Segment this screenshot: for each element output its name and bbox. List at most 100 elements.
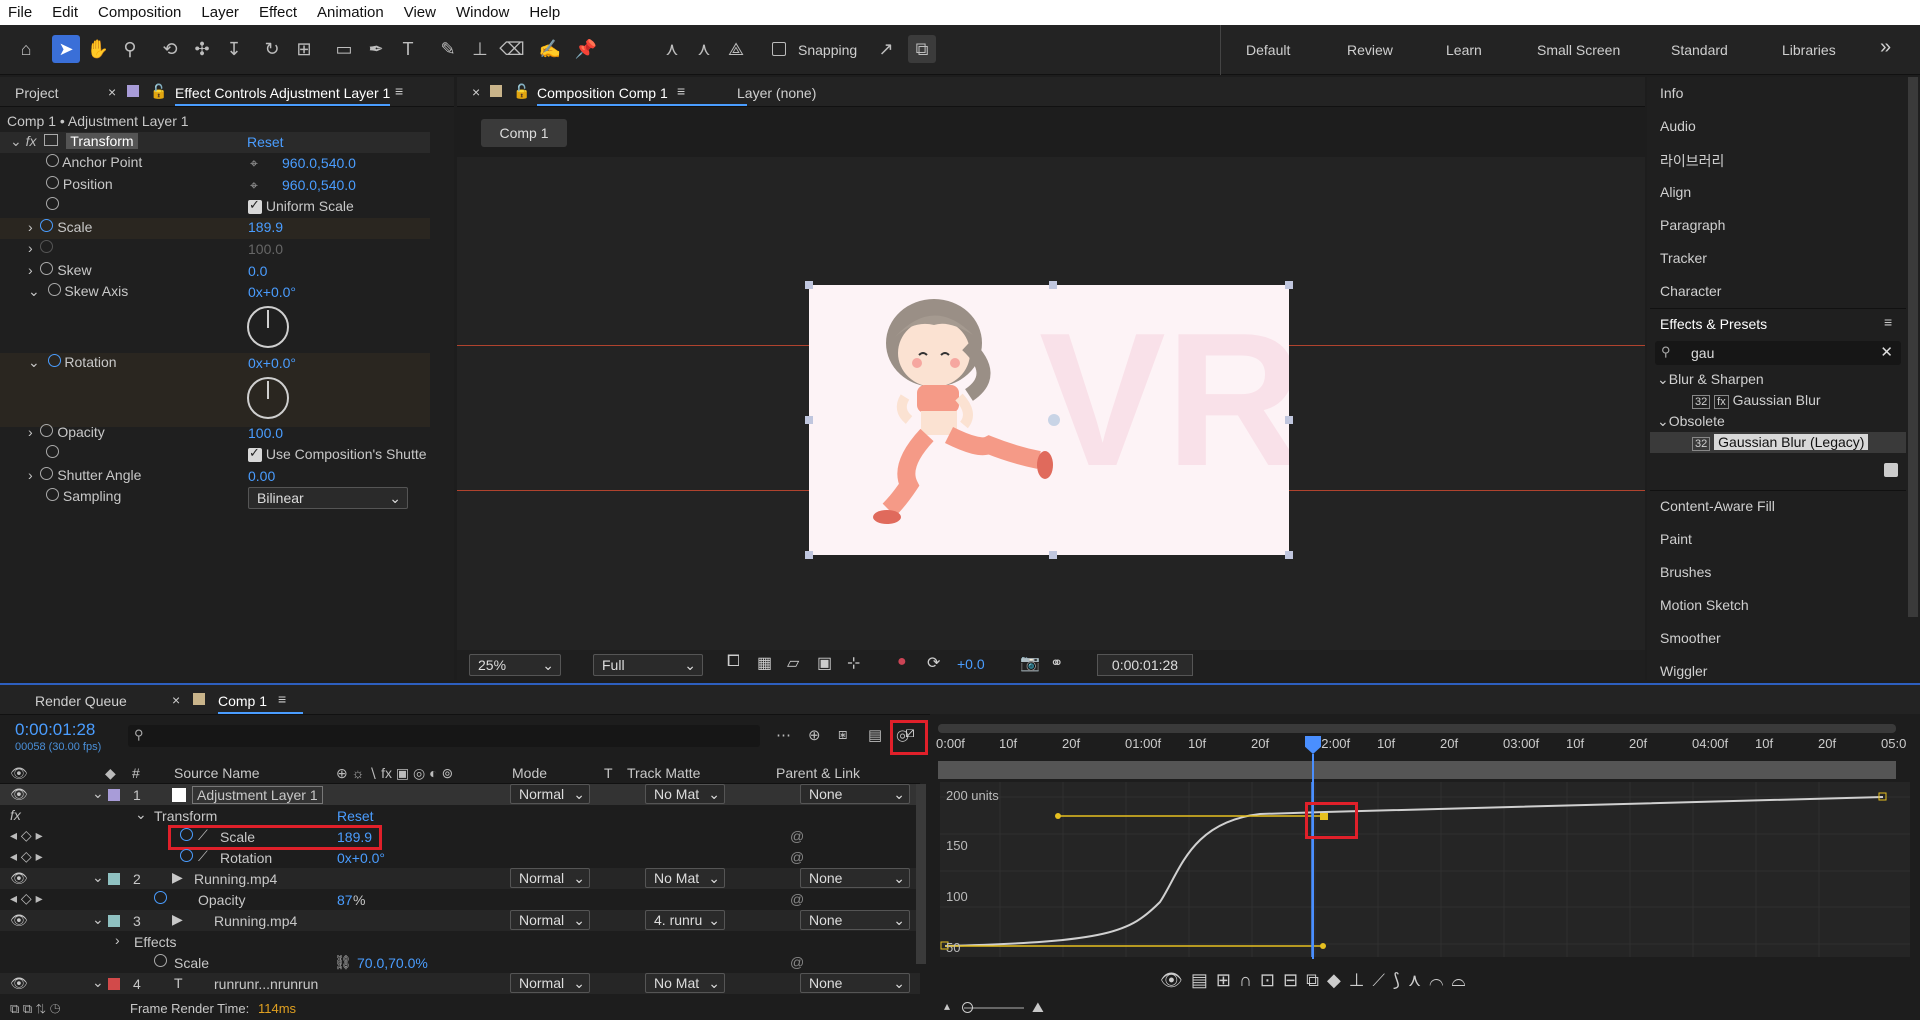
opacity-value[interactable]: 100.0 <box>248 425 283 446</box>
panel-smoother[interactable]: Smoother <box>1660 630 1721 646</box>
effects-group-row[interactable]: › Effects <box>0 931 920 952</box>
close-icon[interactable]: × <box>472 84 480 100</box>
snap-icon[interactable]: ∩ <box>1239 970 1260 990</box>
blend-mode-dropdown[interactable]: Normal ⌄ <box>510 784 590 804</box>
anchor-point-value[interactable]: 960.0,540.0 <box>282 155 356 176</box>
timeline-search-input[interactable]: ⚲ <box>128 725 760 747</box>
zoom-slider[interactable]: ▴ ⛰ <box>944 999 1044 1015</box>
rotation-value[interactable]: 0x+0.0° <box>337 850 385 866</box>
panel-paragraph[interactable]: Paragraph <box>1660 217 1725 233</box>
frame-blending-icon[interactable]: ▤ <box>868 726 882 744</box>
hand-tool-icon[interactable]: ✋ <box>84 35 112 63</box>
pan-behind-icon[interactable]: ⊞ <box>290 35 318 63</box>
tab-render-queue[interactable]: Render Queue <box>35 693 127 709</box>
roto-brush-icon[interactable]: ✍ <box>536 35 564 63</box>
tab-layer[interactable]: Layer (none) <box>737 85 816 101</box>
stopwatch-active-icon[interactable] <box>40 219 54 232</box>
stopwatch-active-icon[interactable] <box>154 891 167 907</box>
region-of-interest-icon[interactable]: ▣ <box>817 653 832 673</box>
value-graph[interactable] <box>930 782 1920 957</box>
pickwhip-icon[interactable]: @ <box>790 954 804 970</box>
edit-keyframe-icon[interactable]: ◆ <box>1327 970 1349 990</box>
parent-dropdown[interactable]: None ⌄ <box>800 910 910 930</box>
menu-window[interactable]: Window <box>456 4 509 21</box>
pan-camera-icon[interactable]: ✣ <box>188 35 216 63</box>
opacity-value[interactable]: 87 <box>337 892 353 908</box>
timeline-timecode[interactable]: 0:00:01:28 <box>15 720 95 740</box>
expand-arrow-icon[interactable]: › <box>28 262 33 278</box>
keyframe-nav-icon[interactable]: ◂ ◇ ▸ <box>10 890 43 907</box>
expand-arrow-icon[interactable]: › <box>28 219 33 235</box>
mask-path-icon[interactable]: ▱ <box>787 653 799 673</box>
panel-menu-icon[interactable]: ≡ <box>677 83 685 99</box>
panel-audio[interactable]: Audio <box>1660 118 1696 134</box>
toggle-switches-icon[interactable]: ⧉ ⧉ ⇅ ◷ <box>10 1001 60 1017</box>
blend-mode-dropdown[interactable]: Normal ⌄ <box>510 868 590 888</box>
stopwatch-icon[interactable] <box>40 467 54 480</box>
layer-name[interactable]: Running.mp4 <box>194 871 277 887</box>
column-parent-link[interactable]: Parent & Link <box>776 765 860 781</box>
uniform-scale-checkbox[interactable] <box>248 197 262 215</box>
expand-arrow-icon[interactable]: › <box>28 240 33 256</box>
stopwatch-icon[interactable] <box>40 424 54 437</box>
workspace-review[interactable]: Review <box>1347 42 1393 58</box>
rotate-tool-icon[interactable]: ↻ <box>258 35 286 63</box>
type-tool-icon[interactable]: T <box>394 35 422 63</box>
track-matte-dropdown[interactable]: No Mat ⌄ <box>645 868 725 888</box>
separate-dimensions-icon[interactable]: ⧉ <box>1306 970 1327 990</box>
panel-info[interactable]: Info <box>1660 85 1683 101</box>
stopwatch-icon[interactable] <box>47 283 61 296</box>
parent-dropdown[interactable]: None ⌄ <box>800 868 910 888</box>
easy-ease-out-icon[interactable]: ⌓ <box>1451 970 1473 990</box>
opacity-property-row[interactable]: ◂ ◇ ▸ Opacity 87% @ <box>0 889 920 910</box>
track-matte-dropdown[interactable]: No Mat ⌄ <box>645 973 725 993</box>
graph-type-icon[interactable]: ▤ <box>1191 970 1216 990</box>
comp-frame[interactable]: VR <box>809 285 1303 555</box>
label-color-swatch[interactable] <box>108 873 120 885</box>
effect-gaussian-blur-legacy[interactable]: 32 Gaussian Blur (Legacy) <box>1692 434 1869 451</box>
menu-edit[interactable]: Edit <box>52 4 78 21</box>
rotation-property-row[interactable]: ◂ ◇ ▸ ⟋ Rotation 0x+0.0° @ <box>0 847 920 868</box>
orbit-camera-icon[interactable]: ⟲ <box>156 35 184 63</box>
show-transform-box-icon[interactable]: ⊞ <box>1216 970 1239 990</box>
resolution-dropdown[interactable]: Full ⌄ <box>593 654 703 676</box>
current-time-indicator[interactable] <box>1312 754 1314 959</box>
collapse-arrow-icon[interactable]: ⌄ <box>92 974 104 991</box>
crosshair-icon[interactable]: ⌖ <box>250 155 258 176</box>
parent-dropdown[interactable]: None ⌄ <box>800 784 910 804</box>
stopwatch-icon[interactable] <box>46 197 59 210</box>
stopwatch-active-icon[interactable] <box>47 354 61 367</box>
menu-view[interactable]: View <box>404 4 436 21</box>
lock-icon[interactable]: 🔓 <box>150 83 167 100</box>
tab-composition[interactable]: Composition Comp 1 <box>537 85 668 101</box>
home-icon[interactable]: ⌂ <box>12 35 40 63</box>
scale-property-row[interactable]: ◂ ◇ ▸ ⟋ Scale 189.9 @ <box>0 826 920 847</box>
tab-timeline-comp[interactable]: Comp 1 <box>218 693 267 709</box>
transparency-grid-icon[interactable]: ▦ <box>757 653 772 673</box>
label-color-swatch[interactable] <box>108 789 120 801</box>
category-obsolete[interactable]: ⌄Obsolete <box>1657 413 1725 430</box>
menu-file[interactable]: File <box>8 4 32 21</box>
layer-name[interactable]: Adjustment Layer 1 <box>192 786 323 804</box>
snapshot-icon[interactable]: 📷 <box>1020 653 1040 673</box>
clone-stamp-icon[interactable]: ⊥ <box>466 35 494 63</box>
transform-effect-header[interactable]: ⌄ fx Transform <box>10 133 138 154</box>
panel-paint[interactable]: Paint <box>1660 531 1692 547</box>
shy-layers-icon[interactable]: ⧆ <box>838 726 848 743</box>
shutter-angle-value[interactable]: 0.00 <box>248 468 275 489</box>
menu-layer[interactable]: Layer <box>201 4 239 21</box>
workspace-small-screen[interactable]: Small Screen <box>1537 42 1620 58</box>
puppet-pin-icon[interactable]: 📌 <box>572 35 600 63</box>
menu-composition[interactable]: Composition <box>98 4 181 21</box>
comp-breadcrumb[interactable]: Comp 1 <box>481 119 567 147</box>
menu-help[interactable]: Help <box>529 4 560 21</box>
layer-row-4[interactable]: 👁 ⌄ 4 T runrunr...nrunrun Normal ⌄ No Mat… <box>0 973 920 994</box>
collapse-arrow-icon[interactable]: ⌄ <box>92 911 104 928</box>
close-icon[interactable]: × <box>108 84 116 100</box>
layer-name[interactable]: Running.mp4 <box>214 913 297 929</box>
use-comp-shutter-checkbox[interactable] <box>248 445 262 463</box>
work-area-bar[interactable] <box>938 724 1896 733</box>
eraser-tool-icon[interactable]: ⌫ <box>498 35 526 63</box>
sampling-dropdown[interactable]: Bilinear ⌄ <box>248 487 408 509</box>
rotation-dial[interactable] <box>247 377 289 419</box>
